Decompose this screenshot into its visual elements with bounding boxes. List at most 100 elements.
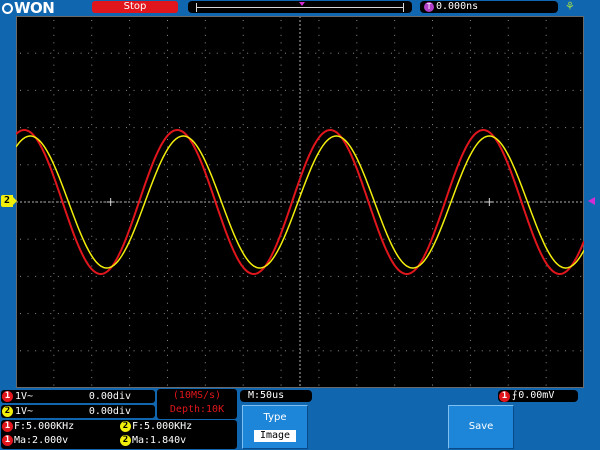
grid-dot — [390, 350, 392, 352]
grid-dot — [27, 89, 29, 91]
grid-dot — [394, 287, 396, 289]
grid-dot — [42, 275, 44, 277]
grid-dot — [356, 191, 358, 193]
center-v-line — [299, 280, 301, 282]
grid-dot — [469, 295, 471, 297]
grid-dot — [103, 164, 105, 166]
logo-o-icon — [2, 3, 13, 14]
grid-dot — [277, 89, 279, 91]
grid-dot — [292, 238, 294, 240]
grid-dot — [507, 72, 509, 74]
grid-dot — [53, 235, 55, 237]
grid-dot — [368, 89, 370, 91]
center-v-line — [299, 100, 301, 102]
grid-dot — [322, 89, 324, 91]
grid-dot — [254, 89, 256, 91]
grid-dot — [186, 89, 188, 91]
grid-dot — [315, 89, 317, 91]
grid-dot — [545, 191, 547, 193]
grid-dot — [356, 243, 358, 245]
grid-dot — [166, 64, 168, 66]
grid-dot — [481, 52, 483, 54]
center-h-line — [524, 201, 526, 203]
grid-dot — [545, 243, 547, 245]
grid-dot — [209, 127, 211, 129]
run-status-indicator[interactable]: Stop — [92, 1, 178, 13]
waveform-display[interactable] — [16, 16, 584, 388]
grid-dot — [35, 350, 37, 352]
grid-dot — [141, 275, 143, 277]
grid-dot — [35, 127, 37, 129]
grid-dot — [280, 228, 282, 230]
ch1-status[interactable]: 1 1V~ 0.00div — [1, 390, 155, 403]
grid-dot — [390, 238, 392, 240]
grid-dot — [318, 57, 320, 59]
center-v-line — [299, 344, 301, 346]
grid-dot — [436, 350, 438, 352]
grid-dot — [383, 127, 385, 129]
trigger-info[interactable]: 1 ⨍0.00mV — [498, 390, 578, 402]
center-h-line — [180, 201, 182, 203]
grid-dot — [156, 313, 158, 315]
ch2-status[interactable]: 2 1V~ 0.00div — [1, 405, 155, 418]
grid-dot — [118, 238, 120, 240]
grid-dot — [53, 34, 55, 36]
grid-dot — [110, 313, 112, 315]
grid-dot — [242, 86, 244, 88]
grid-dot — [394, 332, 396, 334]
grid-dot — [242, 72, 244, 74]
grid-dot — [204, 325, 206, 327]
grid-dot — [141, 238, 143, 240]
save-button[interactable]: Save — [448, 405, 514, 449]
grid-dot — [318, 280, 320, 282]
center-v-line — [299, 40, 301, 42]
grid-dot — [133, 89, 135, 91]
grid-dot — [292, 89, 294, 91]
grid-dot — [356, 354, 358, 356]
center-h-line — [140, 201, 142, 203]
center-v-line — [299, 60, 301, 62]
grid-dot — [204, 94, 206, 96]
grid-dot — [247, 275, 249, 277]
trigger-level-marker-icon[interactable] — [588, 197, 595, 205]
grid-dot — [110, 89, 112, 91]
grid-dot — [141, 127, 143, 129]
grid-dot — [277, 313, 279, 315]
grid-dot — [356, 213, 358, 215]
save-type-button[interactable]: Type Image — [242, 405, 308, 449]
grid-dot — [375, 350, 377, 352]
grid-dot — [95, 275, 97, 277]
center-h-line — [500, 201, 502, 203]
grid-dot — [496, 89, 498, 91]
center-v-line — [299, 264, 301, 266]
center-h-line — [552, 201, 554, 203]
grid-dot — [318, 384, 320, 386]
ch2-offset-marker[interactable]: 2 — [1, 195, 17, 207]
grid-dot — [91, 116, 93, 118]
grid-dot — [133, 127, 135, 129]
grid-dot — [432, 228, 434, 230]
grid-dot — [356, 265, 358, 267]
grid-dot — [469, 57, 471, 59]
grid-dot — [504, 313, 506, 315]
grid-dot — [91, 325, 93, 327]
grid-dot — [428, 127, 430, 129]
measure-row-freq-ch2: 2 F:5.000KHz — [119, 420, 192, 434]
grid-dot — [129, 310, 131, 312]
grid-dot — [72, 89, 74, 91]
grid-dot — [57, 313, 59, 315]
grid-dot — [318, 49, 320, 51]
grid-dot — [280, 369, 282, 371]
timebase-readout[interactable]: M:50us — [240, 390, 312, 402]
center-h-line — [152, 201, 154, 203]
center-v-line — [299, 252, 301, 254]
grid-dot — [239, 275, 241, 277]
grid-dot — [307, 89, 309, 91]
grid-dot — [406, 350, 408, 352]
grid-dot — [247, 164, 249, 166]
center-h-line — [40, 201, 42, 203]
center-h-line — [532, 201, 534, 203]
grid-dot — [451, 313, 453, 315]
grid-dot — [549, 238, 551, 240]
grid-dot — [91, 243, 93, 245]
